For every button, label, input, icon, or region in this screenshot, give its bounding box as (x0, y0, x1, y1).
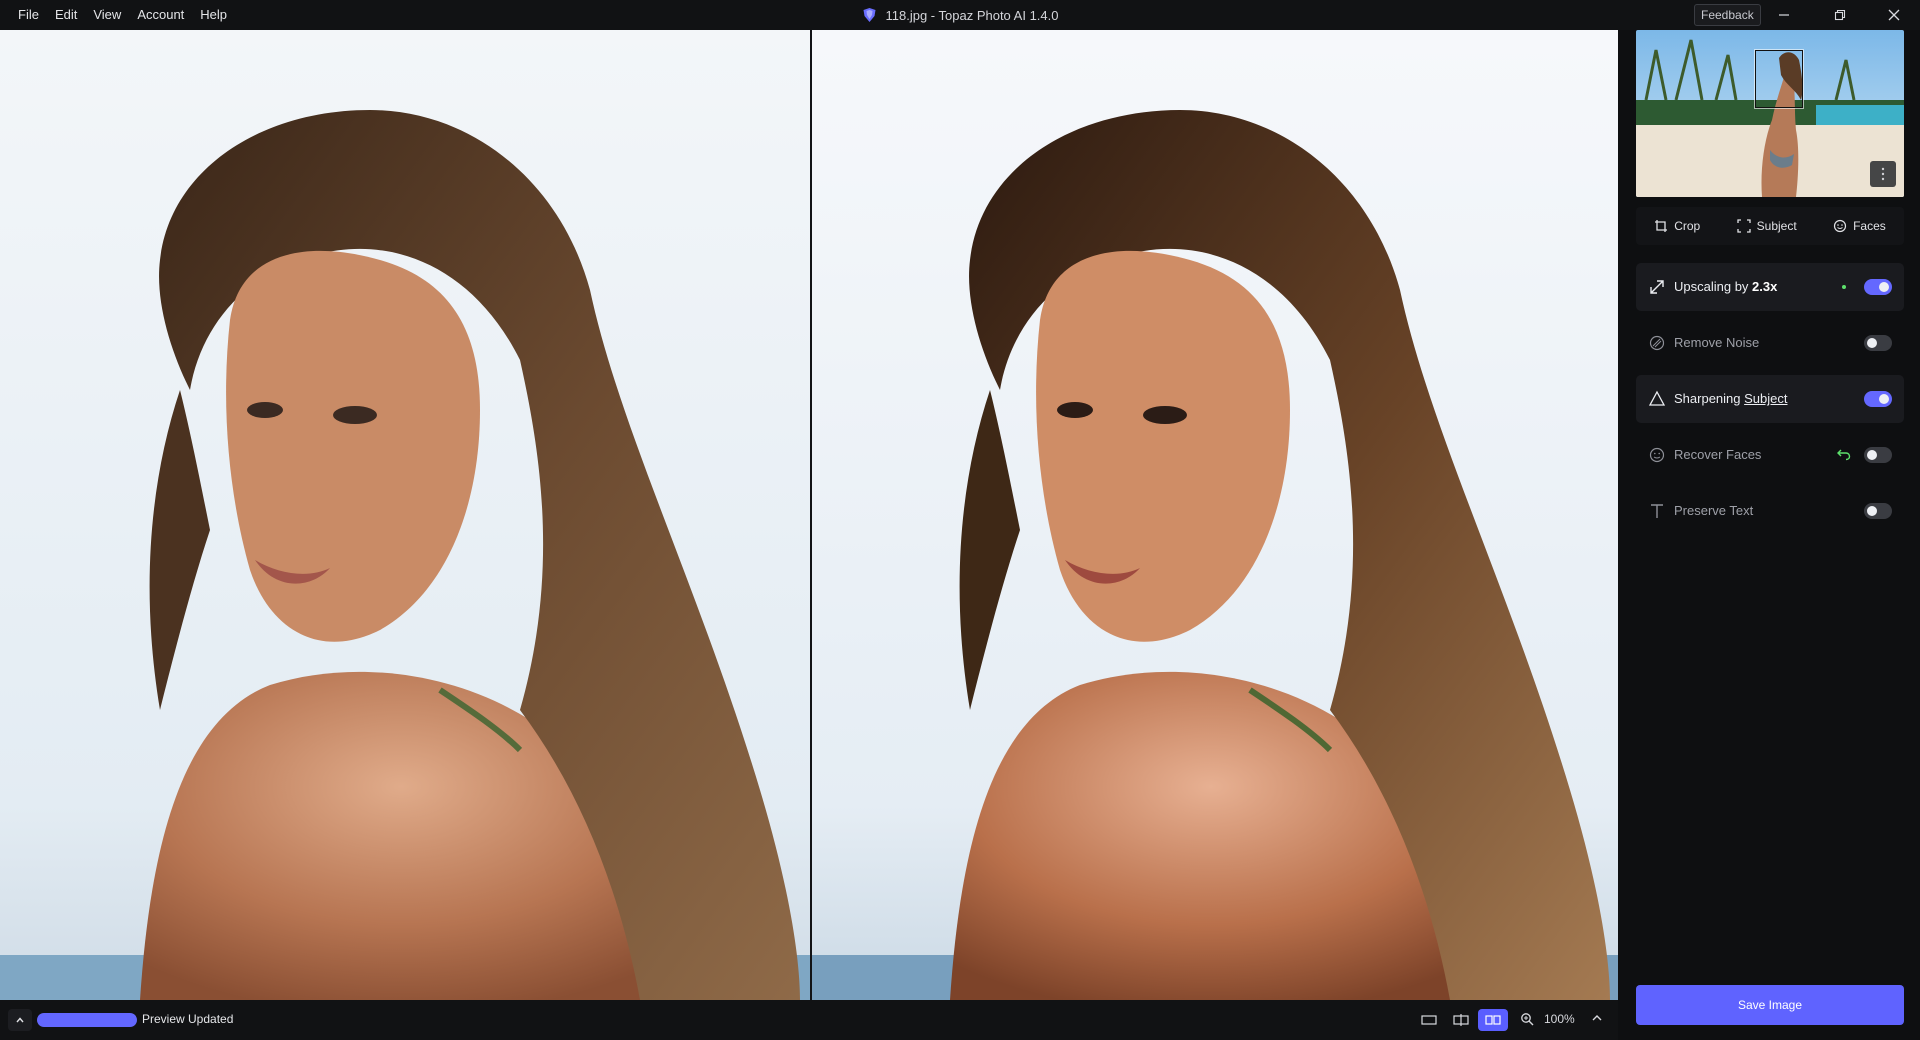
subject-button[interactable]: Subject (1736, 219, 1797, 233)
more-vertical-icon (1881, 167, 1885, 181)
menu-account[interactable]: Account (129, 0, 192, 30)
toggle-knob (1867, 450, 1877, 460)
title-bar: File Edit View Account Help 118.jpg - To… (0, 0, 1920, 30)
recover-faces-toggle[interactable] (1864, 447, 1892, 463)
undo-icon[interactable] (1836, 446, 1852, 462)
remove-noise-toggle[interactable] (1864, 335, 1892, 351)
side-by-side-icon (1485, 1015, 1501, 1025)
single-view-button[interactable] (1414, 1009, 1444, 1031)
navigator-thumbnail[interactable] (1636, 30, 1904, 197)
close-button[interactable] (1872, 0, 1916, 30)
image-viewer[interactable] (0, 30, 1618, 1000)
minimize-button[interactable] (1762, 0, 1806, 30)
close-icon (1888, 9, 1900, 21)
faces-label: Faces (1853, 219, 1886, 233)
feedback-button[interactable]: Feedback (1694, 4, 1761, 26)
side-by-side-view-button[interactable] (1478, 1009, 1508, 1031)
noise-icon (1649, 335, 1665, 351)
preserve-text-toggle[interactable] (1864, 503, 1892, 519)
upscaling-label: Upscaling by 2.3x (1674, 279, 1777, 294)
toggle-knob (1867, 506, 1877, 516)
thumbnail-menu-button[interactable] (1870, 161, 1896, 187)
original-preview[interactable] (0, 30, 810, 1000)
save-image-button[interactable]: Save Image (1636, 985, 1904, 1025)
toggle-knob (1879, 394, 1889, 404)
upscaling-factor: 2.3x (1752, 279, 1778, 294)
toggle-knob (1879, 282, 1889, 292)
crop-button[interactable]: Crop (1654, 219, 1700, 233)
preserve-text-label: Preserve Text (1674, 503, 1754, 518)
faces-button[interactable]: Faces (1833, 219, 1886, 233)
face-icon (1833, 219, 1847, 233)
recover-faces-label: Recover Faces (1674, 447, 1762, 462)
split-view-icon (1453, 1014, 1469, 1026)
upscaling-toggle[interactable] (1864, 279, 1892, 295)
status-text: Preview Updated (142, 1012, 234, 1026)
crop-label: Crop (1674, 219, 1701, 233)
minimize-icon (1779, 14, 1789, 16)
topaz-logo-icon (863, 8, 876, 22)
upscaling-row[interactable]: Upscaling by 2.3x (1636, 263, 1904, 311)
text-icon (1651, 504, 1663, 518)
sharpening-text: Sharpening (1674, 391, 1741, 406)
toggle-knob (1867, 338, 1877, 348)
sharpening-label: Sharpening Subject (1674, 391, 1788, 406)
recover-faces-row[interactable]: Recover Faces (1636, 431, 1904, 479)
tool-bar: Crop Subject Faces (1636, 207, 1904, 245)
sharpening-row[interactable]: Sharpening Subject (1636, 375, 1904, 423)
window-title-text: 118.jpg - Topaz Photo AI 1.4.0 (885, 7, 1059, 23)
status-dot (1842, 285, 1846, 289)
crop-icon (1655, 220, 1668, 232)
zoom-level[interactable]: 100% (1544, 1012, 1575, 1026)
remove-noise-row[interactable]: Remove Noise (1636, 319, 1904, 367)
menu-bar: File Edit View Account Help (0, 0, 235, 30)
upscaling-text: Upscaling by (1674, 279, 1753, 294)
navigator-viewport[interactable] (1755, 50, 1803, 108)
split-view-button[interactable] (1446, 1009, 1476, 1031)
subject-label: Subject (1756, 219, 1797, 233)
subject-icon (1736, 219, 1751, 233)
menu-help[interactable]: Help (192, 0, 235, 30)
preserve-text-row[interactable]: Preserve Text (1636, 487, 1904, 535)
render-progress-bar (37, 1013, 137, 1027)
sharpen-triangle-icon (1648, 390, 1666, 406)
sharpening-toggle[interactable] (1864, 391, 1892, 407)
enhanced-photo (812, 30, 1618, 1000)
restore-button[interactable] (1818, 0, 1862, 30)
menu-file[interactable]: File (10, 0, 47, 30)
menu-view[interactable]: View (85, 0, 129, 30)
sharpening-subject-link[interactable]: Subject (1744, 391, 1787, 406)
upscale-arrow-icon (1650, 280, 1664, 294)
bottom-bar: Preview Updated 100% (0, 1000, 1636, 1040)
face-icon (1649, 447, 1665, 463)
menu-edit[interactable]: Edit (47, 0, 85, 30)
settings-panel: Crop Subject Faces Upscaling by 2.3x Rem… (1618, 30, 1920, 1040)
original-photo (0, 30, 810, 1000)
enhanced-preview[interactable] (812, 30, 1618, 1000)
window-title: 118.jpg - Topaz Photo AI 1.4.0 (862, 0, 1059, 30)
single-view-icon (1421, 1015, 1437, 1025)
zoom-icon[interactable] (1520, 1012, 1534, 1026)
expand-panel-button[interactable] (8, 1009, 32, 1031)
restore-icon (1834, 9, 1846, 21)
chevron-up-icon[interactable] (1590, 1011, 1604, 1025)
chevron-up-icon (16, 1017, 24, 1023)
remove-noise-label: Remove Noise (1674, 335, 1760, 350)
